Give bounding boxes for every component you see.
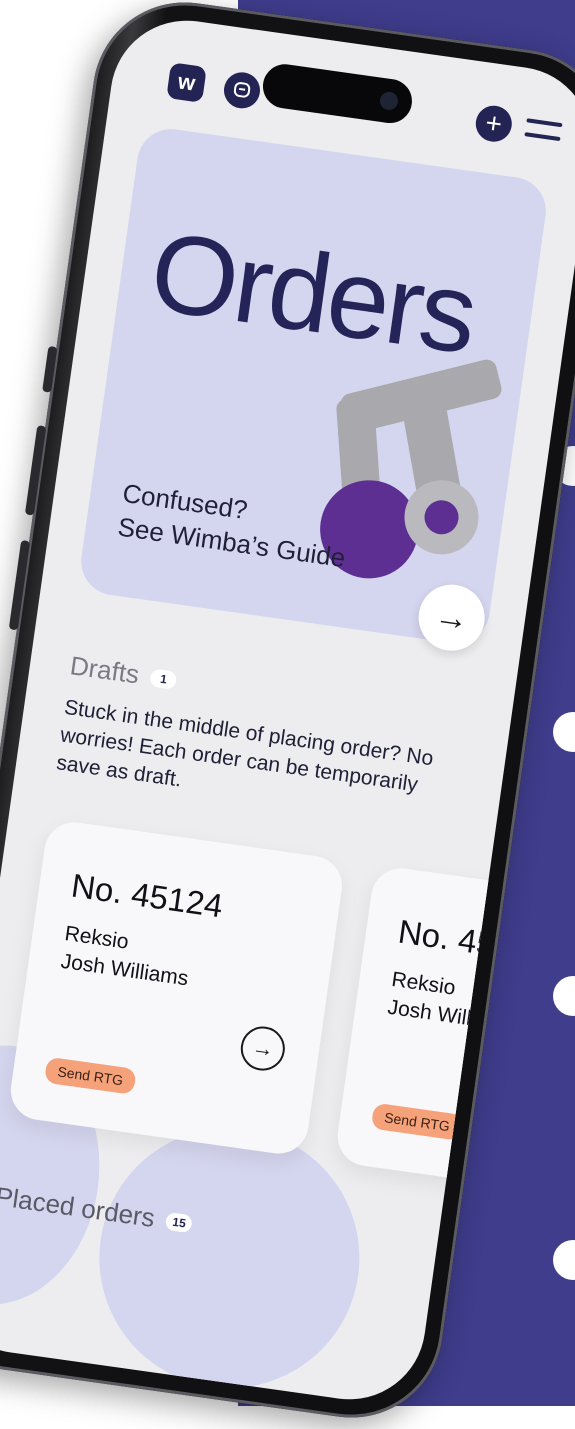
open-order-button[interactable]: →	[237, 1023, 288, 1074]
status-badge: Send RTG	[370, 1102, 464, 1141]
logo-glyph: w	[176, 68, 197, 96]
status-badge: Send RTG	[43, 1056, 137, 1095]
menu-button[interactable]	[524, 116, 563, 145]
decorative-blob	[82, 1111, 377, 1405]
wimba-logo[interactable]: w	[166, 62, 207, 103]
order-client: Reksio	[390, 967, 457, 1000]
menu-icon-line	[524, 132, 561, 142]
menu-icon-line	[526, 118, 563, 128]
chat-icon	[233, 82, 251, 98]
order-number: No. 45124	[69, 866, 226, 925]
arrow-right-icon: →	[432, 595, 472, 639]
dynamic-island	[260, 61, 415, 126]
chat-button[interactable]	[221, 70, 263, 111]
camera-lens	[378, 90, 400, 112]
order-client: Reksio	[63, 922, 131, 954]
plus-icon: +	[483, 106, 505, 140]
drafts-title: Drafts	[68, 650, 142, 690]
guide-card[interactable]: Orders Confused? See Wimba’s Guide →	[76, 124, 551, 655]
arrow-right-icon: →	[250, 1034, 276, 1062]
add-order-button[interactable]: +	[473, 103, 515, 145]
drafts-header: Drafts 1	[68, 650, 179, 696]
drafts-count-badge: 1	[149, 667, 178, 690]
drafts-description: Stuck in the middle of placing order? No…	[55, 695, 435, 797]
order-person: Josh Williams	[59, 949, 190, 991]
draft-order-card[interactable]: No. 45124 Reksio Josh Williams → Send RT…	[7, 818, 346, 1158]
placed-orders-count-badge: 15	[165, 1211, 194, 1233]
